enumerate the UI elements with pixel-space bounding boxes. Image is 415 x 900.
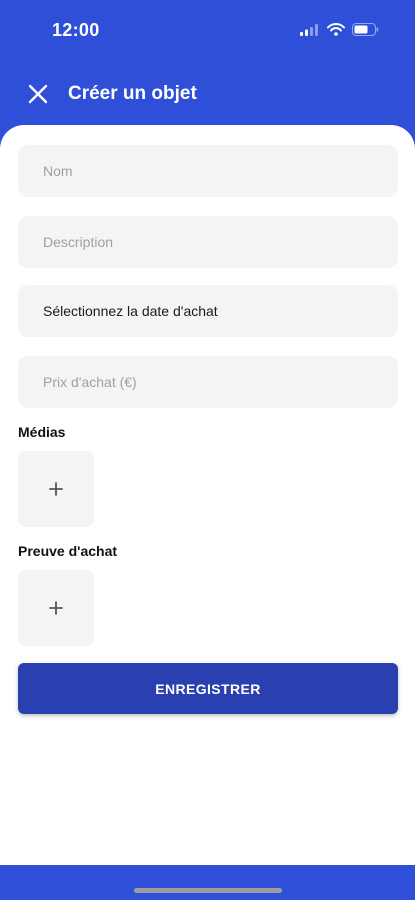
proof-of-purchase-label: Preuve d'achat — [18, 543, 118, 559]
purchase-date-picker[interactable]: Sélectionnez la date d'achat — [18, 285, 398, 337]
plus-icon — [49, 482, 63, 496]
status-time: 12:00 — [52, 20, 100, 40]
media-label: Médias — [18, 424, 66, 440]
home-indicator — [134, 888, 282, 893]
purchase-price-input[interactable]: Prix d'achat (€) — [18, 356, 398, 408]
name-input[interactable]: Nom — [18, 145, 398, 197]
signal-icon — [300, 23, 318, 36]
description-input[interactable]: Description — [18, 216, 398, 268]
close-icon — [28, 84, 48, 104]
bottom-bar — [0, 865, 415, 900]
plus-icon — [49, 601, 63, 615]
battery-icon — [352, 23, 379, 36]
header: Créer un objet — [0, 62, 415, 126]
close-button[interactable] — [24, 80, 52, 108]
page-title: Créer un objet — [68, 83, 197, 104]
add-media-button[interactable] — [18, 451, 94, 527]
wifi-icon — [327, 23, 345, 36]
status-bar: 12:00 — [0, 0, 415, 62]
form-sheet: Nom Description Sélectionnez la date d'a… — [0, 125, 415, 865]
status-icons — [300, 23, 379, 36]
add-proof-button[interactable] — [18, 570, 94, 646]
save-button[interactable]: ENREGISTRER — [18, 663, 398, 714]
